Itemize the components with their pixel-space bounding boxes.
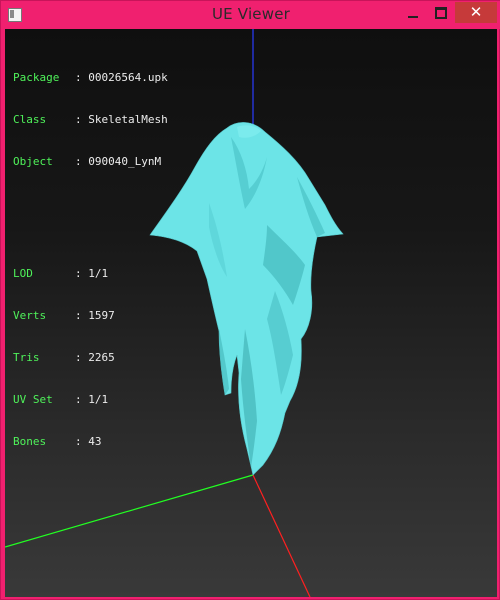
info-value: : SkeletalMesh: [75, 113, 168, 126]
y-axis-line: [5, 474, 254, 548]
mesh-info-panel: Package : 00026564.upk Class : SkeletalMe…: [13, 43, 168, 477]
info-label: Object: [13, 155, 60, 168]
info-value: : 43: [75, 435, 102, 448]
info-value: : 1597: [75, 309, 115, 322]
class-value: SkeletalMesh: [88, 113, 168, 126]
lod-value: 1/1: [88, 267, 109, 280]
x-axis-line: [252, 474, 311, 597]
info-value: : 1/1: [75, 267, 109, 280]
info-row-package: Package : 00026564.upk: [13, 71, 168, 85]
app-window: UE Viewer ✕ Package: 00026564.upk Class…: [0, 0, 500, 600]
info-value: : 1/1: [75, 393, 109, 406]
bones-value: 43: [88, 435, 102, 448]
info-row-uvset: UV Set : 1/1: [13, 393, 168, 407]
info-label: Bones: [13, 435, 60, 448]
mesh-robe: [149, 122, 344, 476]
info-label: Package: [13, 71, 60, 84]
info-row-bones: Bones : 43: [13, 435, 168, 449]
minimize-button[interactable]: [399, 2, 427, 23]
info-row-object: Object : 090040_LynM: [13, 155, 168, 169]
info-value: : 00026564.upk: [75, 71, 168, 84]
info-label: Verts: [13, 309, 60, 322]
info-row-lod: LOD : 1/1: [13, 267, 168, 281]
package-value: 00026564.upk: [88, 71, 168, 84]
info-label: Tris: [13, 351, 60, 364]
verts-value: 1597: [88, 309, 115, 322]
info-label: LOD: [13, 267, 60, 280]
maximize-icon: [435, 6, 447, 19]
object-value: 090040_LynM: [88, 155, 162, 168]
info-label: Class: [13, 113, 60, 126]
info-row-class: Class : SkeletalMesh: [13, 113, 168, 127]
title-bar[interactable]: UE Viewer ✕: [1, 1, 500, 29]
info-value: : 090040_LynM: [75, 155, 162, 168]
minimize-icon: [408, 15, 418, 18]
close-icon: ✕: [469, 3, 483, 21]
info-row-verts: Verts : 1597: [13, 309, 168, 323]
info-row-tris: Tris : 2265: [13, 351, 168, 365]
info-value: : 2265: [75, 351, 115, 364]
info-label: UV Set: [13, 393, 60, 406]
uvset-value: 1/1: [88, 393, 109, 406]
tris-value: 2265: [88, 351, 115, 364]
maximize-button[interactable]: [427, 2, 455, 23]
3d-viewport[interactable]: Package : 00026564.upk Class : SkeletalMe…: [5, 29, 497, 597]
close-button[interactable]: ✕: [455, 2, 497, 23]
